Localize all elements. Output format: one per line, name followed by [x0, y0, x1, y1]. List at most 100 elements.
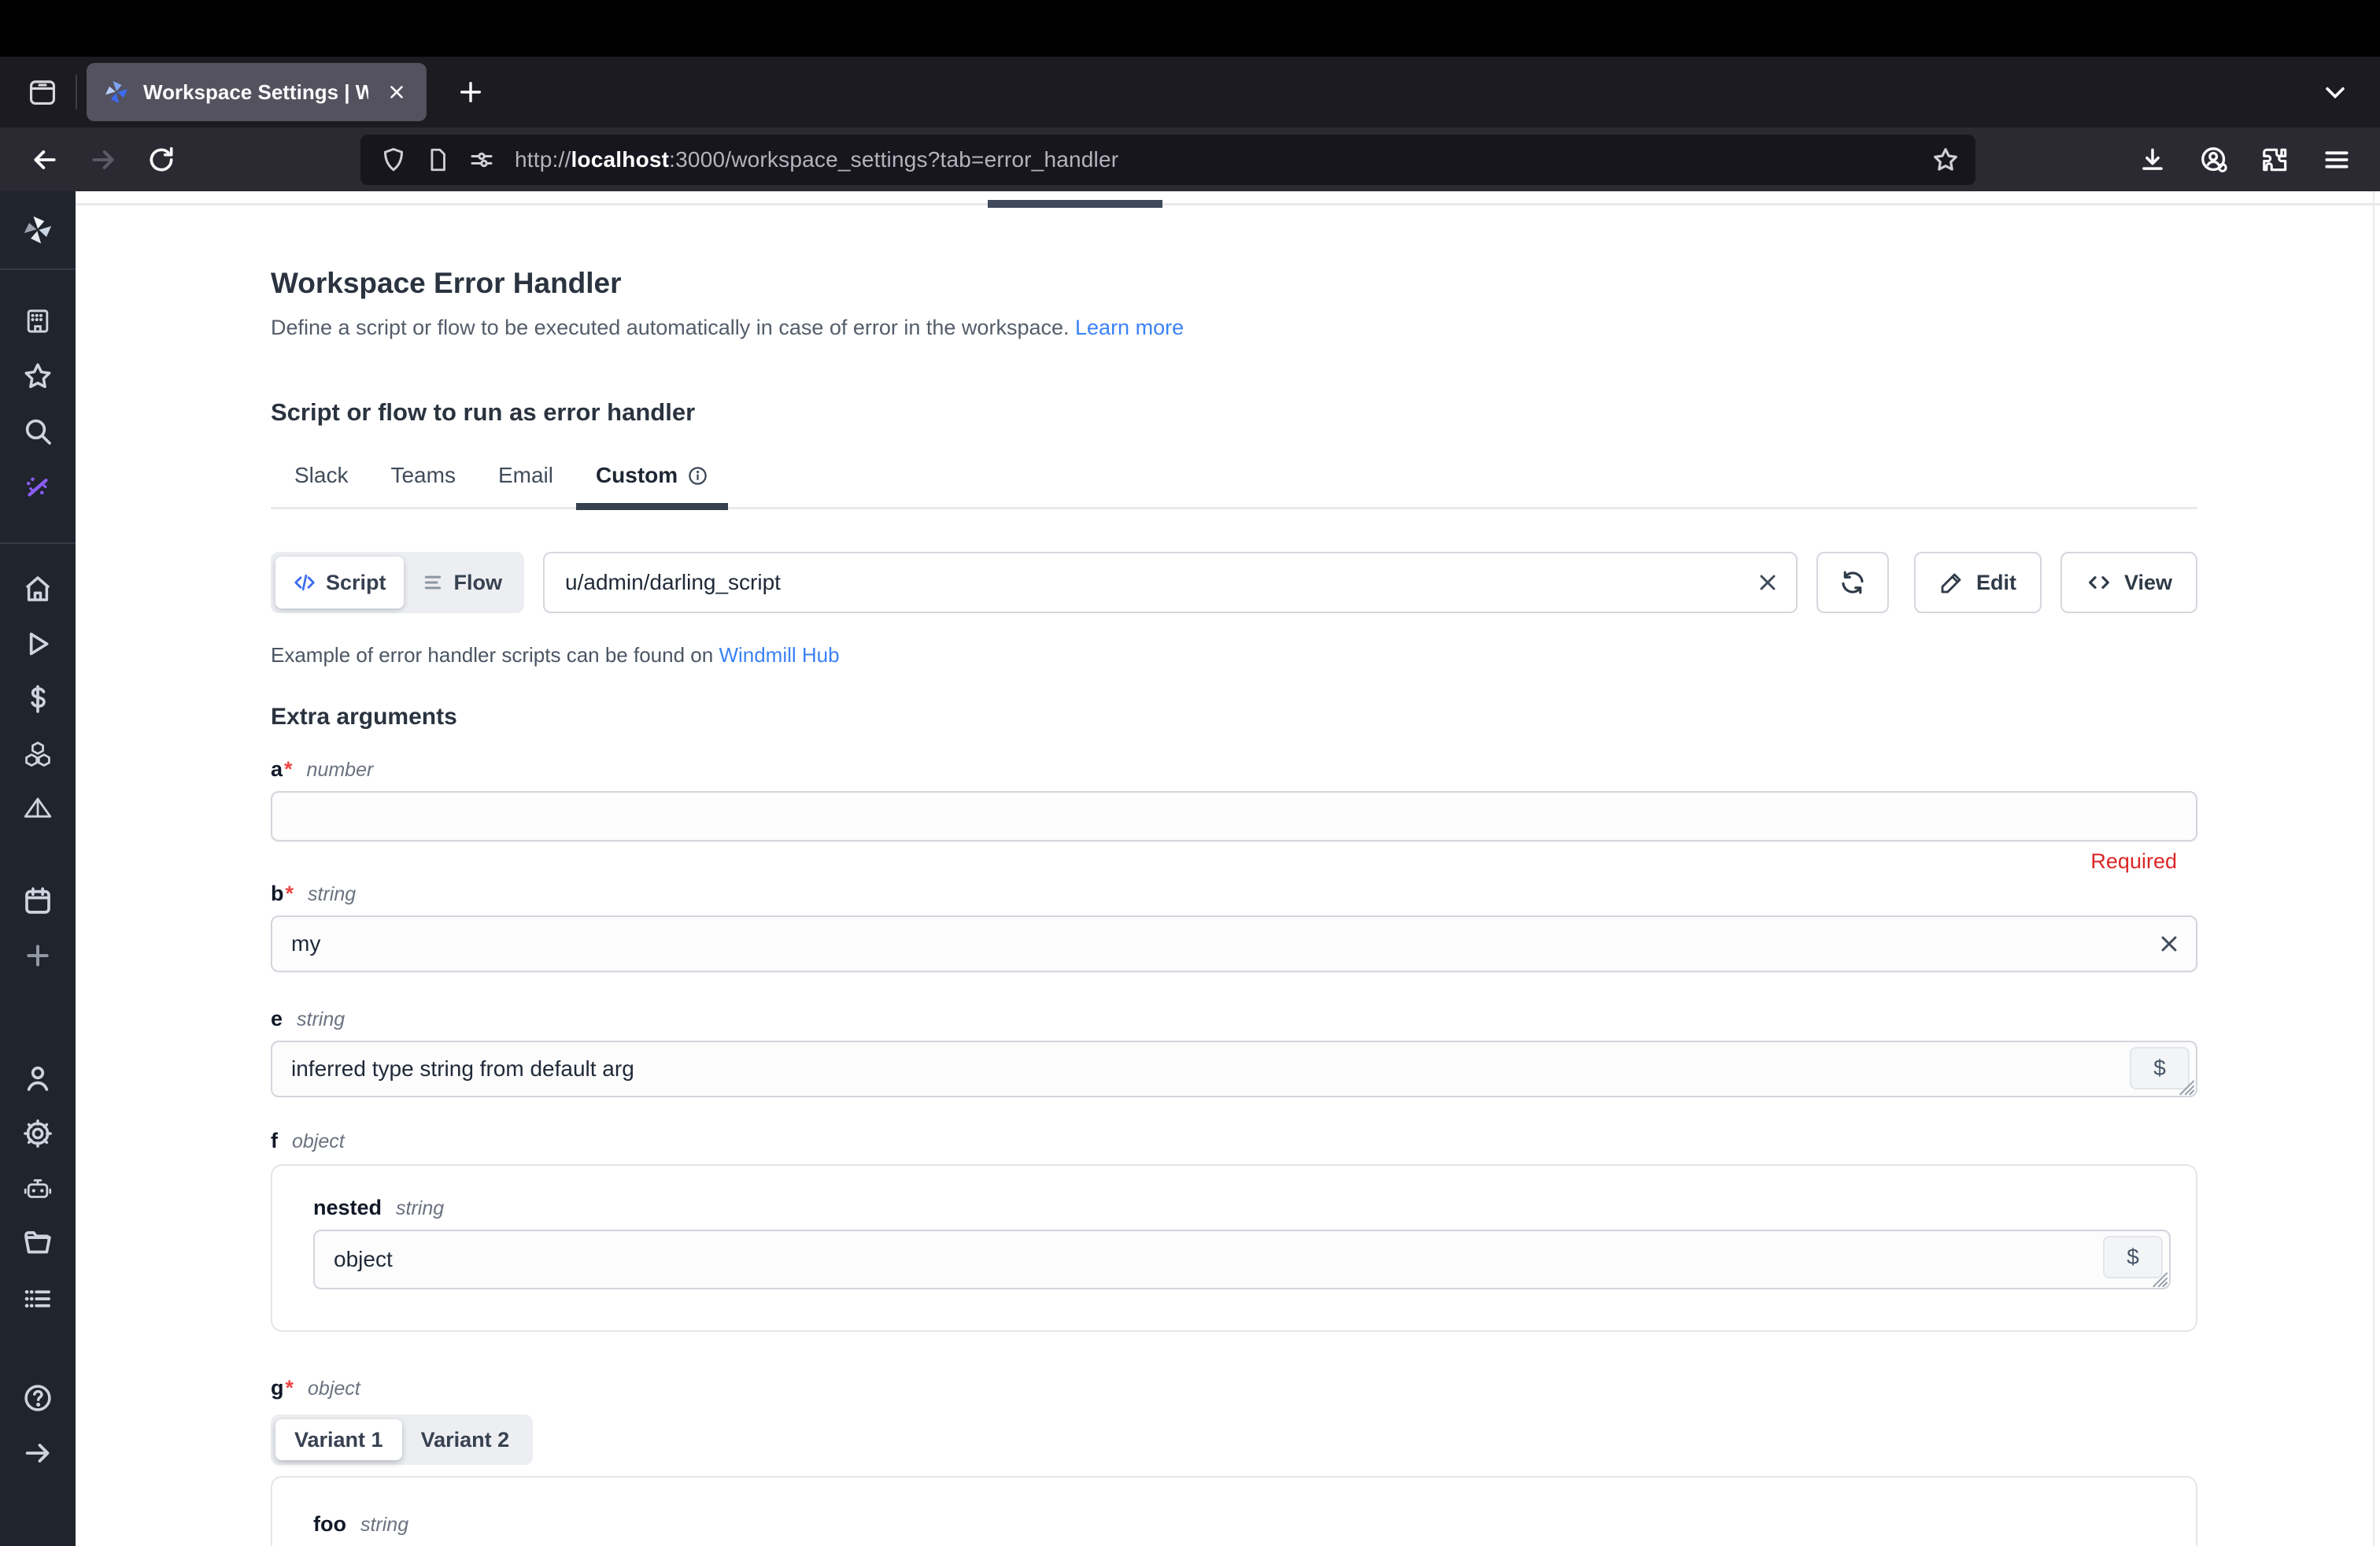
- variant-2-tab[interactable]: Variant 2: [402, 1419, 529, 1460]
- sidebar-item-runs[interactable]: [0, 616, 76, 671]
- toggle-script-label: Script: [326, 571, 386, 595]
- browser-tabstrip: Workspace Settings | Windmill: [0, 57, 2380, 128]
- downloads-button[interactable]: [2130, 137, 2175, 183]
- variant-toggle: Variant 1 Variant 2: [271, 1415, 533, 1465]
- sidebar-item-add[interactable]: [0, 928, 76, 983]
- prism-icon: [21, 793, 54, 826]
- view-button[interactable]: View: [2060, 552, 2197, 613]
- bookmark-star-icon[interactable]: [1927, 141, 1964, 179]
- field-g-name: g: [271, 1376, 284, 1400]
- field-e-label: e string: [271, 1007, 2197, 1031]
- forward-button[interactable]: [79, 137, 128, 183]
- sidebar-item-audit-logs[interactable]: [0, 1271, 76, 1326]
- field-a-input-wrap: [271, 791, 2197, 841]
- field-a-input[interactable]: [271, 791, 2197, 841]
- hamburger-icon: [2322, 145, 2352, 175]
- tab-slack[interactable]: Slack: [271, 463, 369, 507]
- sidebar-item-folders[interactable]: [0, 1216, 76, 1271]
- sidebar-item-resources[interactable]: [0, 727, 76, 782]
- sidebar-item-variables[interactable]: [0, 782, 76, 837]
- sidebar-item-workspace[interactable]: [0, 294, 76, 349]
- sidebar-item-usage[interactable]: [0, 671, 76, 727]
- clear-path-icon[interactable]: [1755, 570, 1780, 595]
- field-b-type: string: [308, 883, 356, 906]
- content: Workspace Error Handler Define a script …: [76, 267, 2380, 1546]
- required-asterisk: *: [286, 1376, 294, 1400]
- new-tab-button[interactable]: [450, 72, 491, 113]
- sidebar-item-search[interactable]: [0, 404, 76, 459]
- refresh-button[interactable]: [1816, 552, 1889, 613]
- toggle-script[interactable]: Script: [275, 557, 404, 608]
- tab-teams[interactable]: Teams: [369, 463, 476, 507]
- extensions-button[interactable]: [2252, 137, 2298, 183]
- field-nested-textarea[interactable]: [313, 1230, 2171, 1289]
- field-g-label: g* object: [271, 1376, 2197, 1400]
- refresh-icon: [1839, 568, 1867, 597]
- puzzle-icon: [2260, 145, 2290, 175]
- list-all-tabs-button[interactable]: [2314, 71, 2356, 113]
- field-e-textarea[interactable]: [271, 1041, 2197, 1097]
- variant-1-tab[interactable]: Variant 1: [275, 1419, 402, 1460]
- section-heading: Script or flow to run as error handler: [271, 398, 2197, 427]
- pencil-icon: [1939, 570, 1964, 595]
- sidebar-divider: [0, 542, 76, 544]
- info-icon: [687, 465, 708, 486]
- page-info-icon[interactable]: [419, 141, 456, 179]
- toggle-flow-label: Flow: [454, 571, 503, 595]
- script-path-input[interactable]: [545, 553, 1796, 612]
- account-icon: [2198, 144, 2230, 176]
- browser-tab-active[interactable]: Workspace Settings | Windmill: [87, 63, 427, 121]
- field-a-name: a: [271, 757, 283, 782]
- workspace-icon: [21, 305, 54, 338]
- windmill-favicon: [102, 78, 131, 106]
- toggle-flow[interactable]: Flow: [404, 557, 520, 608]
- sidebar-item-workers[interactable]: [0, 1161, 76, 1216]
- sidebar-item-home[interactable]: [0, 561, 76, 616]
- clear-b-icon[interactable]: [2156, 931, 2182, 956]
- reload-button[interactable]: [137, 137, 186, 183]
- sidebar-item-expand[interactable]: [0, 1426, 76, 1481]
- settings-tabbar-bottom: [76, 191, 2380, 205]
- subtitle-text: Define a script or flow to be executed a…: [271, 316, 1070, 339]
- sidebar-item-favorites[interactable]: [0, 349, 76, 404]
- field-foo-name: foo: [313, 1512, 346, 1537]
- tab-custom[interactable]: Custom: [575, 463, 730, 507]
- edit-button[interactable]: Edit: [1914, 552, 2042, 613]
- sidebar-item-settings[interactable]: [0, 1106, 76, 1161]
- arrow-right-icon: [22, 1437, 54, 1469]
- field-b-input[interactable]: [271, 915, 2197, 972]
- back-button[interactable]: [20, 137, 69, 183]
- sidebar-item-ai[interactable]: [0, 459, 76, 514]
- tab-close-button[interactable]: [381, 76, 412, 108]
- required-asterisk: *: [286, 882, 294, 906]
- tab-email[interactable]: Email: [477, 463, 575, 507]
- windmill-logo-icon: [20, 213, 55, 247]
- resize-grip-icon[interactable]: [2148, 1267, 2168, 1288]
- permissions-sliders-icon[interactable]: [463, 141, 501, 179]
- page-subtitle: Define a script or flow to be executed a…: [271, 316, 2197, 340]
- field-nested-type: string: [396, 1197, 444, 1220]
- sidebar-item-help[interactable]: [0, 1370, 76, 1426]
- browser-navbar: http://localhost:3000/workspace_settings…: [0, 128, 2380, 191]
- navbar-right-cluster: [2130, 137, 2360, 183]
- help-icon: [21, 1381, 54, 1415]
- browser-sidebar-toggle-button[interactable]: [20, 70, 65, 114]
- field-nested-label: nested string: [313, 1196, 2171, 1220]
- menu-button[interactable]: [2314, 137, 2360, 183]
- sidebar-item-users[interactable]: [0, 1051, 76, 1106]
- sidebar-item-logo[interactable]: [0, 202, 76, 257]
- script-picker-row: Script Flow: [271, 552, 2197, 613]
- windmill-hub-link[interactable]: Windmill Hub: [719, 643, 839, 667]
- shield-icon[interactable]: [375, 141, 412, 179]
- cubes-icon: [21, 738, 54, 771]
- resize-grip-icon[interactable]: [2175, 1075, 2195, 1096]
- handler-type-tabs: Slack Teams Email Custom: [271, 463, 2197, 509]
- script-flow-toggle: Script Flow: [271, 552, 524, 613]
- script-path-field: [543, 552, 1798, 613]
- learn-more-link[interactable]: Learn more: [1075, 316, 1184, 339]
- field-e-textarea-wrap: $: [271, 1041, 2197, 1097]
- sidebar-item-schedules[interactable]: [0, 873, 76, 928]
- field-f-name: f: [271, 1129, 278, 1153]
- url-bar[interactable]: http://localhost:3000/workspace_settings…: [360, 135, 1975, 185]
- account-button[interactable]: [2191, 137, 2237, 183]
